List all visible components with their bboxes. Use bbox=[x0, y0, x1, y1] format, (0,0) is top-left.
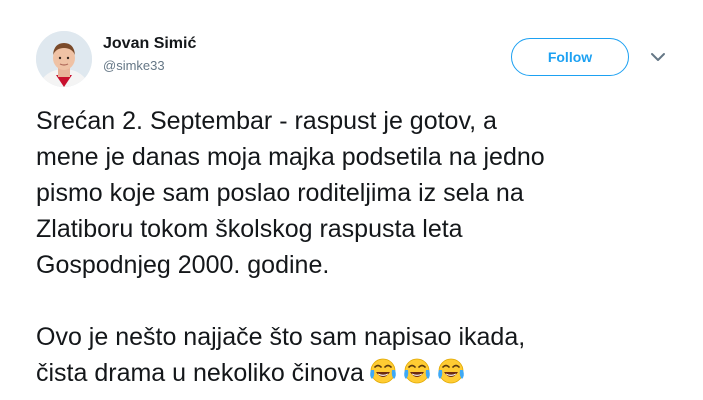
tweet-line: pismo koje sam poslao roditeljima iz sel… bbox=[36, 179, 524, 207]
tweet-line: čista drama u nekoliko činova bbox=[36, 359, 364, 387]
tweet-line: Srećan 2. Septembar - raspust je gotov, … bbox=[36, 107, 497, 135]
author-handle[interactable]: @simke33 bbox=[103, 59, 196, 72]
tweet-paragraph-1: Srećan 2. Septembar - raspust je gotov, … bbox=[36, 103, 676, 283]
tweet-card: Jovan Simić @simke33 Follow Srećan 2. Se… bbox=[0, 0, 703, 400]
follow-button[interactable]: Follow bbox=[511, 38, 629, 76]
tweet-line-with-emoji: čista drama u nekoliko činova bbox=[36, 355, 676, 391]
author-info: Jovan Simić @simke33 bbox=[103, 36, 196, 73]
tweet-paragraph-2: Ovo je nešto najjače što sam napisao ika… bbox=[36, 319, 676, 391]
avatar[interactable] bbox=[36, 31, 92, 87]
tweet-line: Gospodnjeg 2000. godine. bbox=[36, 251, 330, 279]
author-display-name[interactable]: Jovan Simić bbox=[103, 36, 196, 52]
more-options-button[interactable] bbox=[648, 50, 668, 64]
tweet-text: Srećan 2. Septembar - raspust je gotov, … bbox=[36, 103, 676, 391]
tweet-line: mene je danas moja majka podsetila na je… bbox=[36, 143, 545, 171]
tears-of-joy-emoji-icon bbox=[402, 356, 432, 386]
tweet-line: Zlatiboru tokom školskog raspusta leta bbox=[36, 215, 463, 243]
chevron-down-icon bbox=[651, 53, 665, 61]
avatar-image bbox=[36, 31, 92, 87]
tears-of-joy-emoji-icon bbox=[368, 356, 398, 386]
tears-of-joy-emoji-icon bbox=[436, 356, 466, 386]
tweet-line: Ovo je nešto najjače što sam napisao ika… bbox=[36, 323, 526, 351]
